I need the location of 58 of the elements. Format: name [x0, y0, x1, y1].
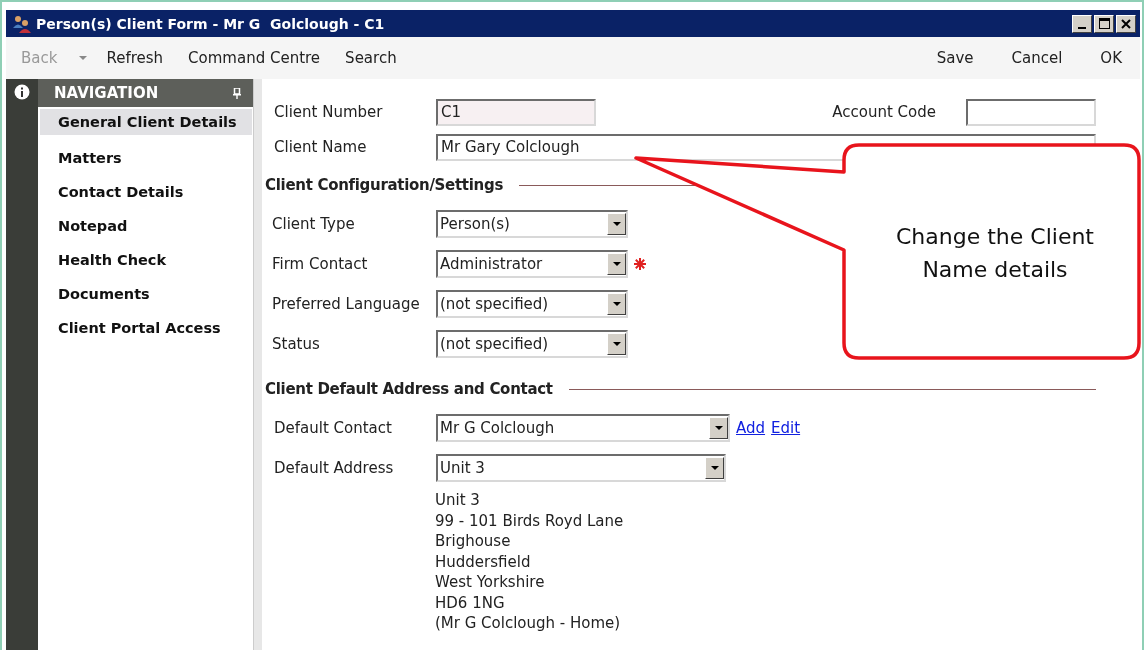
client-number-field[interactable]: C1 [436, 98, 596, 126]
navigation-item[interactable]: Contact Details [38, 175, 253, 209]
dropdown-field[interactable]: Person(s) [436, 210, 628, 238]
caret-icon [612, 261, 621, 267]
field-label: Client Type [271, 215, 356, 233]
callout-tooltip-text: Change the Client Name details [895, 223, 1095, 284]
caret-icon [612, 221, 621, 227]
address-line: Huddersfield [435, 552, 532, 573]
close-button[interactable] [1116, 14, 1136, 33]
toolbar-button[interactable]: Search [340, 49, 417, 67]
toolbar-button[interactable]: Command Centre [183, 49, 341, 67]
navigation-item[interactable]: Notepad [38, 209, 253, 243]
navigation-item[interactable]: General Client Details [40, 109, 252, 135]
info-icon[interactable] [14, 84, 30, 100]
navigation-item[interactable]: Matters [38, 141, 253, 175]
caret-icon [612, 341, 621, 347]
field-label: Client Number [273, 103, 384, 121]
maximize-button[interactable] [1094, 14, 1114, 33]
caret-icon [612, 301, 621, 307]
toolbar-button[interactable]: Cancel [983, 49, 1073, 67]
dropdown-field[interactable]: Mr G Colclough [436, 414, 730, 442]
account-code-field[interactable] [966, 98, 1096, 126]
dropdown-field[interactable]: Unit 3 [436, 454, 726, 482]
address-line: West Yorkshire [435, 573, 546, 593]
field-label: Preferred Language [271, 295, 421, 313]
section-heading: Client Configuration/Settings [265, 176, 503, 194]
pin-icon[interactable] [233, 87, 241, 99]
address-line: HD6 1NG [435, 593, 506, 614]
dropdown-field[interactable]: Administrator [436, 250, 628, 278]
minimize-button[interactable] [1072, 14, 1092, 33]
field-label: Firm Contact [271, 255, 369, 273]
link[interactable]: Edit [771, 419, 801, 437]
navigation-item[interactable]: Client Portal Access [38, 311, 253, 345]
field-label: Client Name [273, 138, 368, 156]
toolbar-button[interactable]: Save [908, 49, 984, 67]
dropdown-caret-icon[interactable] [79, 55, 88, 61]
close-icon [1121, 18, 1131, 29]
address-line: Unit 3 [435, 491, 481, 511]
caret-icon [714, 425, 723, 431]
navigation-title: NAVIGATION [54, 84, 159, 102]
link[interactable]: Add [736, 419, 766, 437]
people-icon [12, 14, 32, 33]
address-line: Brighouse [435, 532, 512, 552]
field-label: Status [271, 335, 321, 353]
field-label: Default Address [273, 459, 395, 477]
field-label: Default Contact [273, 419, 393, 437]
dropdown-field[interactable]: (not specified) [436, 330, 628, 358]
caret-icon [710, 465, 719, 471]
toolbar-button[interactable]: Refresh [101, 49, 184, 67]
toolbar-button[interactable]: OK [1072, 49, 1132, 67]
dropdown-field[interactable]: (not specified) [436, 290, 628, 318]
address-line: 99 - 101 Birds Royd Lane [435, 511, 625, 532]
window-title: Person(s) Client Form - Mr G Golclough - C1 [36, 15, 385, 32]
field-label: Account Code [831, 103, 937, 121]
section-heading: Client Default Address and Contact [265, 380, 553, 398]
navigation-item[interactable]: Documents [38, 277, 253, 311]
navigation-item[interactable]: Health Check [38, 243, 253, 277]
address-line: (Mr G Colclough - Home) [435, 614, 622, 634]
